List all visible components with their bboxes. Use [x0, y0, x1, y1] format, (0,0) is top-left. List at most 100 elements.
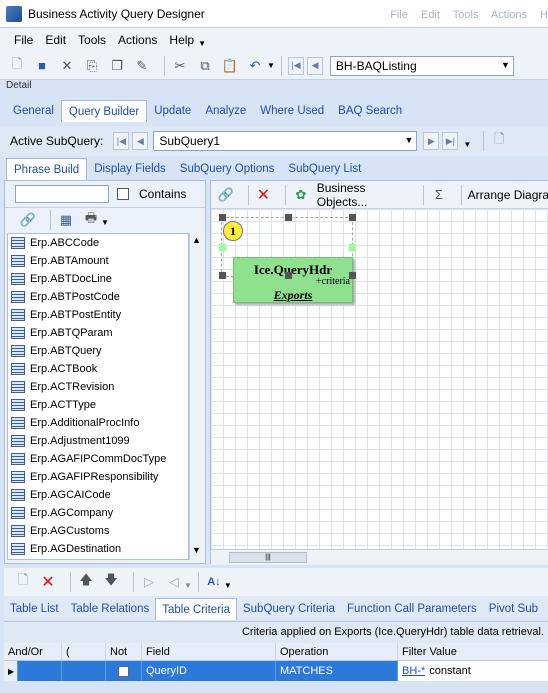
- sort-az-icon[interactable]: A↓: [205, 573, 223, 591]
- print-icon[interactable]: 🖶: [82, 210, 100, 229]
- col-filter-value[interactable]: Filter Value: [398, 643, 548, 660]
- row-selector-icon[interactable]: ▶: [4, 661, 18, 681]
- cell-field[interactable]: QueryID: [142, 661, 276, 681]
- list-item[interactable]: Erp.AdditionalProcInfo: [8, 414, 188, 432]
- tab-where-used[interactable]: Where Used: [253, 100, 331, 122]
- resize-handle[interactable]: [349, 214, 356, 221]
- col-field[interactable]: Field: [142, 643, 276, 660]
- list-item[interactable]: Erp.AGDestination: [8, 540, 188, 558]
- business-objects-icon[interactable]: ✿: [292, 186, 310, 204]
- resize-handle[interactable]: [219, 214, 226, 221]
- undo-icon[interactable]: ↶: [246, 57, 264, 75]
- tab-query-builder[interactable]: Query Builder: [60, 100, 148, 122]
- list-item[interactable]: Erp.ABTDocLine: [8, 270, 188, 288]
- resize-handle[interactable]: [349, 272, 356, 279]
- business-objects-button[interactable]: Business Objects...: [317, 181, 417, 209]
- tab-table-criteria[interactable]: Table Criteria: [155, 598, 237, 620]
- table-row[interactable]: ▶ QueryID MATCHES BH-* constant: [4, 661, 548, 681]
- last-subquery-icon[interactable]: ▶|: [442, 132, 459, 150]
- diagram-hscrollbar[interactable]: |||: [211, 549, 548, 565]
- resize-handle[interactable]: [219, 272, 226, 279]
- tab-display-fields[interactable]: Display Fields: [87, 158, 173, 180]
- query-table-node[interactable]: Ice.QueryHdr +criteria Exports: [233, 257, 353, 303]
- list-item[interactable]: Erp.ABTQuery: [8, 342, 188, 360]
- tab-baq-search[interactable]: BAQ Search: [331, 100, 409, 122]
- first-record-icon[interactable]: |◀: [287, 56, 304, 75]
- list-item[interactable]: Erp.AGAFIPResponsibility: [8, 468, 188, 486]
- scroll-up-icon[interactable]: ▲: [192, 235, 201, 245]
- resize-handle[interactable]: [285, 214, 292, 221]
- save-icon[interactable]: ■: [33, 57, 51, 75]
- list-item[interactable]: Erp.ACTType: [8, 396, 188, 414]
- menu-tools[interactable]: Tools: [78, 33, 106, 47]
- copy-doc-icon[interactable]: ❐: [108, 57, 126, 75]
- list-item[interactable]: Erp.ACTBook: [8, 360, 188, 378]
- list-item[interactable]: Erp.ABTAmount: [8, 252, 188, 270]
- menu-actions[interactable]: Actions: [118, 33, 157, 47]
- table-list-scrollbar[interactable]: ▲ ▼: [189, 233, 205, 560]
- list-item[interactable]: Erp.ABTPostEntity: [8, 306, 188, 324]
- outdent-icon[interactable]: ◁: [165, 573, 183, 591]
- list-item[interactable]: Erp.AGCustoms: [8, 522, 188, 540]
- indent-dropdown-icon[interactable]: ▼: [184, 581, 192, 590]
- list-item[interactable]: Erp.ABTQParam: [8, 324, 188, 342]
- tab-general[interactable]: General: [6, 100, 61, 122]
- first-subquery-icon[interactable]: |◀: [113, 132, 130, 150]
- tab-table-relations[interactable]: Table Relations: [65, 598, 156, 620]
- menu-file[interactable]: File: [14, 33, 33, 47]
- cell-operation[interactable]: MATCHES: [276, 661, 398, 681]
- list-item[interactable]: Erp.Adjustment1099: [8, 432, 188, 450]
- next-subquery-icon[interactable]: ▶: [423, 132, 440, 150]
- resize-handle[interactable]: [349, 244, 356, 251]
- delete-criteria-icon[interactable]: ✕: [39, 573, 57, 591]
- contains-checkbox[interactable]: [117, 188, 129, 200]
- filter-value-link[interactable]: BH-*: [402, 665, 425, 677]
- link-icon[interactable]: 🔗: [217, 186, 235, 204]
- subquery-combo[interactable]: SubQuery1 ▼: [153, 131, 418, 151]
- cell-open-paren[interactable]: [62, 661, 106, 681]
- tab-pivot-subquery[interactable]: Pivot Sub: [483, 598, 544, 620]
- attach-icon[interactable]: ⎘: [83, 57, 101, 75]
- eraser-icon[interactable]: ✎: [133, 57, 151, 75]
- view-dropdown-icon[interactable]: ▼: [101, 218, 109, 227]
- scroll-thumb[interactable]: |||: [229, 552, 307, 563]
- menu-overflow-icon[interactable]: ▼: [198, 39, 206, 48]
- paste-icon[interactable]: 📋: [221, 57, 239, 75]
- not-checkbox[interactable]: [118, 665, 129, 677]
- tab-function-call-parameters[interactable]: Function Call Parameters: [341, 598, 483, 620]
- menu-help[interactable]: Help: [169, 33, 194, 47]
- cell-and-or[interactable]: [18, 661, 62, 681]
- resize-handle[interactable]: [285, 272, 292, 279]
- move-down-icon[interactable]: 🡇: [102, 572, 120, 591]
- tab-update[interactable]: Update: [147, 100, 198, 122]
- scroll-down-icon[interactable]: ▼: [192, 545, 201, 555]
- table-view-icon[interactable]: ▦: [57, 211, 75, 229]
- link-icon[interactable]: 🔗: [19, 211, 37, 229]
- arrange-diagram-button[interactable]: Arrange Diagra: [468, 188, 548, 202]
- col-open-paren[interactable]: (: [62, 643, 106, 660]
- menu-edit[interactable]: Edit: [45, 33, 66, 47]
- tab-table-list[interactable]: Table List: [4, 598, 65, 620]
- new-icon[interactable]: 🗋: [8, 56, 26, 75]
- delete-icon[interactable]: ✕: [255, 186, 273, 204]
- col-operation[interactable]: Operation: [276, 643, 398, 660]
- diagram-canvas[interactable]: Ice.QueryHdr +criteria Exports 1: [211, 209, 548, 549]
- cut-icon[interactable]: ✂: [171, 57, 189, 75]
- tab-subquery-criteria[interactable]: SubQuery Criteria: [237, 598, 341, 620]
- sort-dropdown-icon[interactable]: ▼: [224, 581, 232, 590]
- list-item[interactable]: Erp.AGCompany: [8, 504, 188, 522]
- list-item[interactable]: Erp.ABTPostCode: [8, 288, 188, 306]
- tab-phrase-build[interactable]: Phrase Build: [6, 158, 88, 180]
- col-not[interactable]: Not: [106, 643, 142, 660]
- prev-record-icon[interactable]: ◀: [306, 56, 323, 75]
- tab-subquery-options[interactable]: SubQuery Options: [173, 158, 282, 180]
- move-up-icon[interactable]: 🡅: [77, 572, 95, 591]
- indent-icon[interactable]: ▷: [140, 573, 158, 591]
- sum-icon[interactable]: Σ: [430, 186, 448, 204]
- tab-analyze[interactable]: Analyze: [198, 100, 253, 122]
- table-search-input[interactable]: [15, 185, 109, 203]
- col-and-or[interactable]: And/Or: [4, 643, 62, 660]
- undo-dropdown-icon[interactable]: ▼: [267, 61, 275, 70]
- tab-subquery-list[interactable]: SubQuery List: [281, 158, 368, 180]
- copy-icon[interactable]: ⧉: [196, 57, 214, 75]
